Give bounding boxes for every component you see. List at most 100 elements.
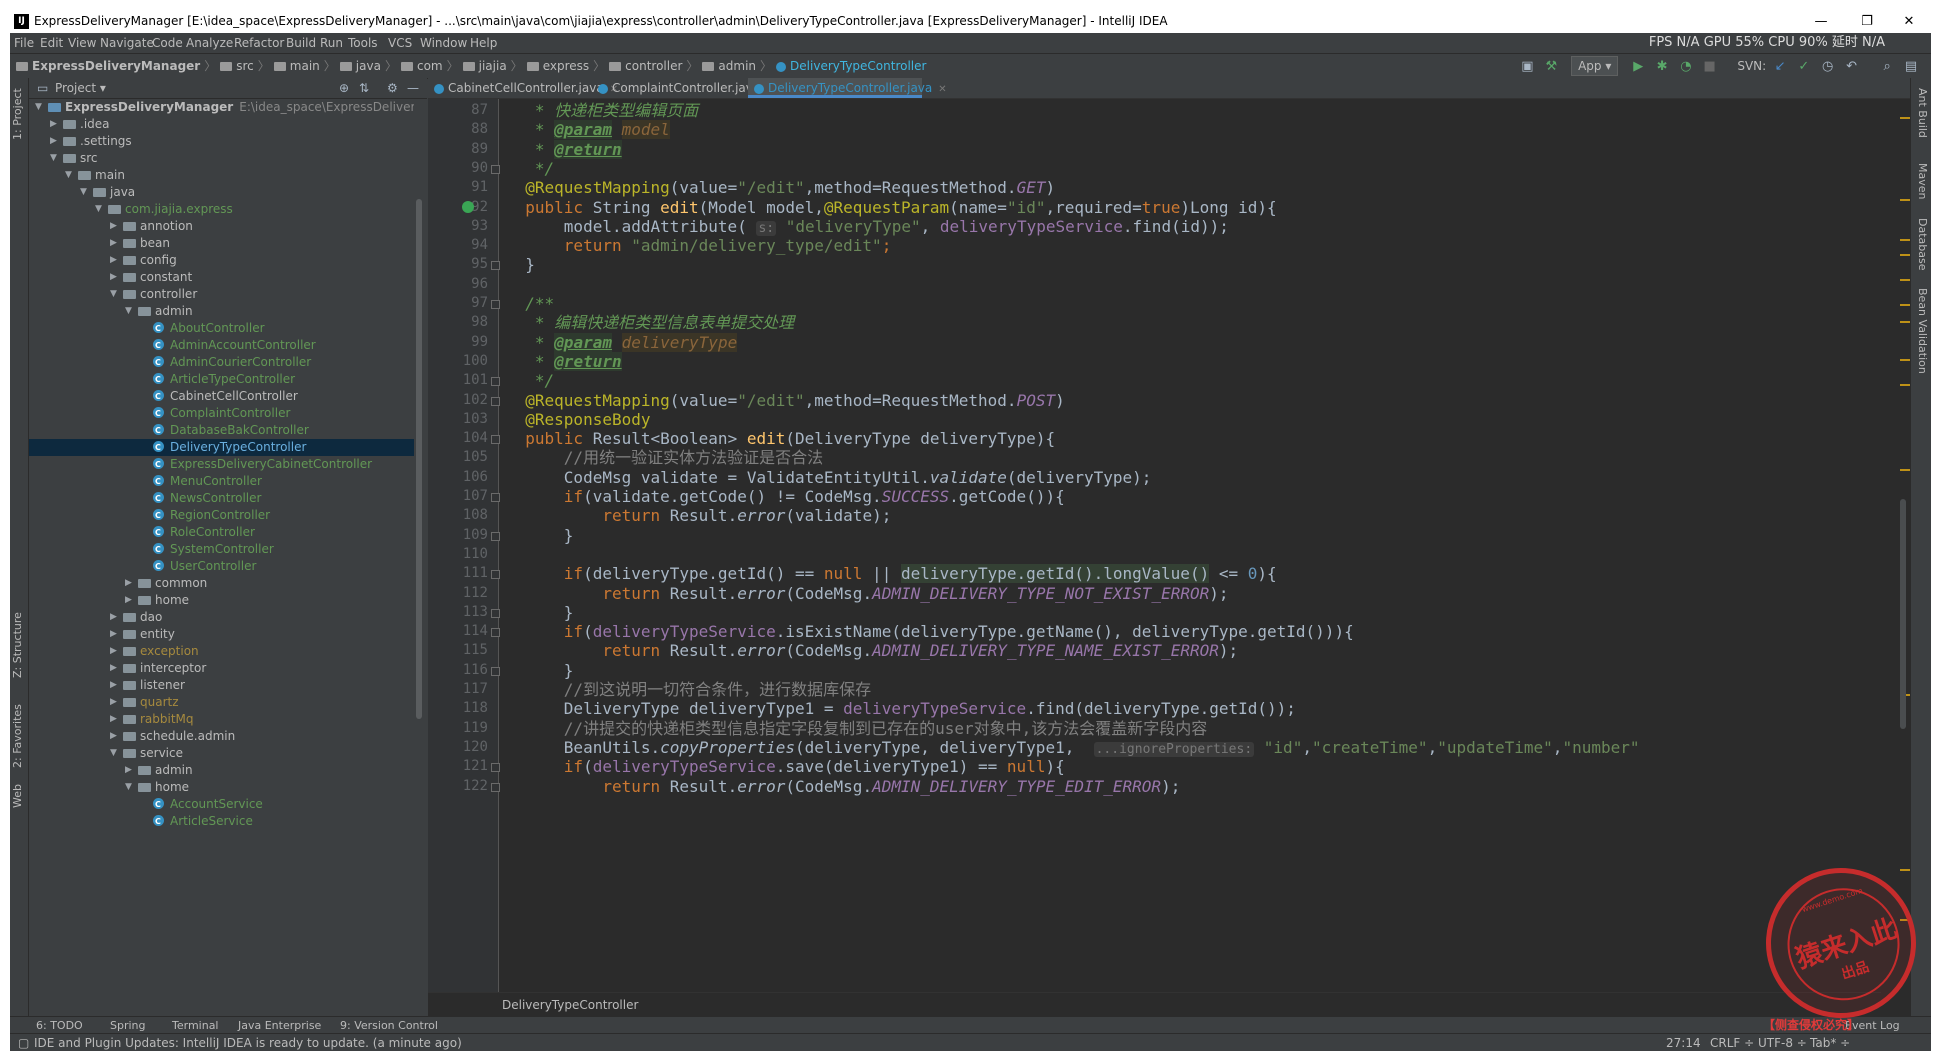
menu-run[interactable]: Run [320, 33, 343, 53]
chevron-right-icon[interactable]: ▶ [110, 694, 120, 711]
tool-terminal[interactable]: Terminal [172, 1017, 219, 1034]
tab-deliverytypecontroller[interactable]: DeliveryTypeController.java ✕ [748, 78, 947, 98]
breadcrumb-item[interactable]: jiajia 〉 [462, 54, 523, 78]
breadcrumb-item[interactable]: ExpressDeliveryManager 〉 [16, 54, 216, 78]
fold-marker-icon[interactable] [491, 300, 500, 309]
tab-cabinetcellcontroller[interactable]: CabinetCellController.java ✕ [434, 78, 618, 98]
spring-mapping-icon[interactable] [462, 200, 474, 213]
breadcrumb-item[interactable]: main 〉 [273, 54, 336, 78]
tree-class-item[interactable]: ArticleTypeController [29, 371, 414, 388]
caret-position[interactable]: 27:14 [1666, 1034, 1701, 1051]
breadcrumb-item[interactable]: controller 〉 [609, 54, 698, 78]
svn-commit-icon[interactable]: ✓ [1794, 55, 1814, 79]
build-hammer-icon[interactable]: ⚒ [1541, 55, 1561, 79]
tree-class-item[interactable]: RegionController [29, 507, 414, 524]
editor-scrollbar-thumb[interactable] [1900, 499, 1906, 729]
tree-folder-item[interactable]: ▶ dao [29, 609, 414, 626]
line-separator[interactable]: CRLF ÷ [1710, 1034, 1754, 1051]
tree-folder-item[interactable]: ▶ schedule.admin [29, 728, 414, 745]
error-stripe-mark[interactable] [1900, 869, 1910, 871]
tree-folder-item[interactable]: ▼ service [29, 745, 414, 762]
chevron-down-icon[interactable]: ▼ [110, 286, 120, 303]
stop-icon[interactable]: ■ [1700, 55, 1720, 79]
chevron-right-icon[interactable]: ▶ [110, 643, 120, 660]
indent-setting[interactable]: Tab* ÷ [1810, 1034, 1850, 1051]
chevron-right-icon[interactable]: ▶ [110, 660, 120, 677]
event-icon[interactable]: ▤ [1901, 55, 1921, 79]
breadcrumb-item[interactable]: src 〉 [220, 54, 270, 78]
chevron-right-icon[interactable]: ▶ [125, 762, 135, 779]
chevron-right-icon[interactable]: ▶ [110, 218, 120, 235]
error-stripe-mark[interactable] [1900, 321, 1910, 323]
code-view[interactable]: * 快递柜类型编辑页面 * @param model * @return */ … [506, 99, 1881, 992]
chevron-right-icon[interactable]: ▶ [110, 728, 120, 745]
debug-icon[interactable]: ✱ [1652, 55, 1672, 79]
fold-marker-icon[interactable] [491, 608, 500, 618]
chevron-right-icon[interactable]: ▶ [110, 609, 120, 626]
tree-class-item[interactable]: DatabaseBakController [29, 422, 414, 439]
tool-java-enterprise[interactable]: Java Enterprise [238, 1017, 321, 1034]
chevron-down-icon[interactable]: ▼ [80, 184, 90, 201]
fold-marker-icon[interactable] [491, 435, 500, 445]
chevron-right-icon[interactable]: ▶ [110, 626, 120, 643]
error-stripe-mark[interactable] [1900, 469, 1910, 471]
tool-project[interactable]: 1: Project [11, 88, 24, 140]
tree-class-item[interactable]: AdminCourierController [29, 354, 414, 371]
breadcrumb-item[interactable]: com 〉 [400, 54, 459, 78]
tree-folder-item[interactable]: ▶ .settings [29, 133, 414, 150]
tree-folder-item[interactable]: ▶ rabbitMq [29, 711, 414, 728]
fold-marker-icon[interactable] [491, 531, 500, 541]
fold-marker-icon[interactable] [491, 493, 500, 502]
error-stripe-mark[interactable] [1900, 359, 1910, 361]
menu-analyze[interactable]: Analyze [186, 33, 233, 53]
tree-folder-item[interactable]: ▼ com.jiajia.express [29, 201, 414, 218]
chevron-down-icon[interactable]: ▼ [65, 167, 75, 184]
fold-marker-icon[interactable] [491, 628, 500, 638]
fold-marker-icon[interactable] [491, 396, 500, 406]
tree-folder-item[interactable]: ▼ controller [29, 286, 414, 303]
chevron-down-icon[interactable]: ▼ [95, 201, 105, 218]
editor-scrollbar[interactable] [1896, 99, 1911, 992]
chevron-right-icon[interactable]: ▶ [125, 592, 135, 609]
menu-edit[interactable]: Edit [40, 33, 63, 53]
tree-folder-item[interactable]: ▶ listener [29, 677, 414, 694]
error-stripe-mark[interactable] [1900, 254, 1910, 256]
breadcrumb-item[interactable]: java 〉 [339, 54, 397, 78]
chevron-down-icon[interactable]: ▼ [125, 779, 135, 796]
hide-icon[interactable]: — [407, 78, 419, 98]
run-icon[interactable]: ▶ [1628, 55, 1648, 79]
tree-folder-item[interactable]: ▶ home [29, 592, 414, 609]
close-button[interactable]: ✕ [1886, 10, 1931, 33]
chevron-down-icon[interactable]: ▼ [35, 99, 45, 116]
chevron-right-icon[interactable]: ▶ [110, 711, 120, 728]
menu-code[interactable]: Code [152, 33, 183, 53]
chevron-right-icon[interactable]: ▶ [110, 252, 120, 269]
tree-folder-item[interactable]: ▶ exception [29, 643, 414, 660]
tree-folder-item[interactable]: ▼ java [29, 184, 414, 201]
tree-folder-item[interactable]: ▶ interceptor [29, 660, 414, 677]
coverage-icon[interactable]: ◔ [1676, 55, 1696, 79]
status-message[interactable]: IDE and Plugin Updates: IntelliJ IDEA is… [34, 1034, 462, 1051]
menu-help[interactable]: Help [470, 33, 497, 53]
tree-folder-item[interactable]: ▼ home [29, 779, 414, 796]
project-scrollbar[interactable] [415, 99, 423, 1016]
maximize-button[interactable]: ❐ [1844, 10, 1890, 33]
chevron-right-icon[interactable]: ▶ [110, 677, 120, 694]
collapse-icon[interactable]: ⇅ [359, 78, 369, 98]
tree-folder-item[interactable]: ▼ src [29, 150, 414, 167]
tree-folder-item[interactable]: ▶ common [29, 575, 414, 592]
menu-view[interactable]: View [68, 33, 96, 53]
fold-marker-icon[interactable] [491, 666, 500, 676]
chevron-down-icon[interactable]: ▼ [125, 303, 135, 320]
chevron-down-icon[interactable]: ▼ [50, 150, 60, 167]
tree-class-item[interactable]: DeliveryTypeController [29, 439, 414, 456]
fold-marker-icon[interactable] [491, 570, 500, 580]
tree-class-item[interactable]: ComplaintController [29, 405, 414, 422]
error-stripe-mark[interactable] [1900, 239, 1910, 241]
error-stripe-mark[interactable] [1900, 384, 1910, 386]
tool-bean-validation[interactable]: Bean Validation [1916, 288, 1929, 374]
error-stripe-mark[interactable] [1900, 117, 1910, 119]
error-stripe-mark[interactable] [1900, 279, 1910, 281]
file-encoding[interactable]: UTF-8 ÷ [1758, 1034, 1807, 1051]
revert-icon[interactable]: ↶ [1842, 55, 1862, 79]
